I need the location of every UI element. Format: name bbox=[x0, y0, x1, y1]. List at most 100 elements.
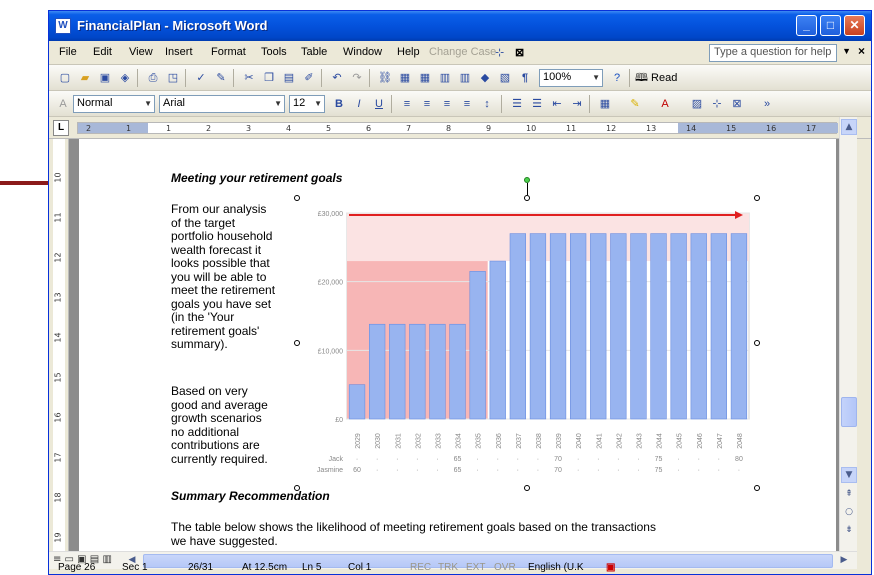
align-left-icon[interactable]: ≡ bbox=[399, 96, 415, 112]
menu-window[interactable]: Window bbox=[343, 46, 382, 58]
help-icon[interactable]: ? bbox=[609, 70, 625, 86]
scroll-up-icon[interactable]: ▲ bbox=[841, 119, 857, 135]
selection-handle[interactable] bbox=[524, 485, 530, 491]
spelling-icon[interactable]: ✓ bbox=[193, 70, 209, 86]
undo-icon[interactable]: ↶ bbox=[329, 70, 345, 86]
close-button[interactable]: ✕ bbox=[844, 15, 865, 36]
hyperlink-icon[interactable]: ⛓ bbox=[377, 70, 393, 86]
align-right-icon[interactable]: ≡ bbox=[439, 96, 455, 112]
spelling-status-icon[interactable]: ▣ bbox=[606, 562, 615, 573]
print-icon[interactable]: ⎙ bbox=[145, 70, 161, 86]
selection-handle[interactable] bbox=[754, 485, 760, 491]
x-tick-label: 2040 bbox=[576, 433, 583, 449]
menu-help[interactable]: Help bbox=[397, 46, 420, 58]
increase-indent-icon[interactable]: ⇥ bbox=[569, 96, 585, 112]
numbering-icon[interactable]: ☰ bbox=[509, 96, 525, 112]
scroll-down-icon[interactable]: ▼ bbox=[841, 467, 857, 483]
show-hide-icon[interactable]: ¶ bbox=[517, 70, 533, 86]
next-page-icon[interactable]: ⇟ bbox=[841, 523, 857, 539]
tables-borders-icon[interactable]: ▦ bbox=[397, 70, 413, 86]
age-dot: · bbox=[497, 456, 499, 463]
insert-table-icon[interactable]: ▦ bbox=[417, 70, 433, 86]
rotate-handle[interactable] bbox=[524, 177, 530, 183]
minimize-button[interactable]: _ bbox=[796, 15, 817, 36]
styles-icon[interactable]: A bbox=[55, 96, 71, 112]
status-trk[interactable]: TRK bbox=[438, 562, 458, 573]
line-spacing-icon[interactable]: ↕ bbox=[479, 96, 495, 112]
style-select[interactable]: Normal ▼ bbox=[73, 95, 155, 113]
close-document-icon[interactable]: × bbox=[858, 44, 865, 58]
zoom-select[interactable]: 100% ▼ bbox=[539, 69, 603, 87]
document-area[interactable]: Meeting your retirement goals From our a… bbox=[69, 139, 839, 551]
menu-format[interactable]: Format bbox=[211, 46, 246, 58]
status-rec[interactable]: REC bbox=[410, 562, 431, 573]
font-size-select[interactable]: 12 ▼ bbox=[289, 95, 325, 113]
tab-selector[interactable]: L bbox=[53, 120, 69, 136]
bullets-icon[interactable]: ☰ bbox=[529, 96, 545, 112]
insert-excel-icon[interactable]: ▥ bbox=[437, 70, 453, 86]
document-page[interactable]: Meeting your retirement goals From our a… bbox=[79, 139, 836, 551]
highlight-icon[interactable]: ✎ bbox=[627, 96, 643, 112]
save-icon[interactable]: ▣ bbox=[97, 70, 113, 86]
age-dot: · bbox=[416, 456, 418, 463]
help-dropdown-icon[interactable]: ▼ bbox=[842, 46, 851, 56]
columns-icon[interactable]: ▥ bbox=[457, 70, 473, 86]
title-bar[interactable]: W FinancialPlan - Microsoft Word _ □ ✕ bbox=[49, 11, 871, 41]
horizontal-ruler[interactable]: L 2 1 1 2 3 4 5 6 7 8 9 10 11 12 13 14 15 16 17 bbox=[49, 117, 871, 139]
bar-2029 bbox=[348, 384, 366, 420]
ruler-strip[interactable]: 2 1 1 2 3 4 5 6 7 8 9 10 11 12 13 14 15 16 17 bbox=[77, 122, 838, 134]
bold-icon[interactable]: B bbox=[331, 96, 347, 112]
status-ext[interactable]: EXT bbox=[466, 562, 485, 573]
open-folder-icon[interactable]: ▰ bbox=[77, 70, 93, 86]
crosshair-icon[interactable]: ⊹ bbox=[709, 96, 725, 112]
underline-icon[interactable]: U bbox=[371, 96, 387, 112]
bar-2046 bbox=[690, 233, 707, 420]
format-painter-icon[interactable]: ✐ bbox=[301, 70, 317, 86]
menu-view[interactable]: View bbox=[129, 46, 153, 58]
cut-icon[interactable]: ✂ bbox=[241, 70, 257, 86]
borders-icon[interactable]: ▦ bbox=[597, 96, 613, 112]
pin-icon[interactable]: ⊹ bbox=[495, 46, 504, 59]
toolbar-separator bbox=[501, 95, 502, 113]
justify-icon[interactable]: ≡ bbox=[459, 96, 475, 112]
vertical-ruler[interactable]: 10 11 12 13 14 15 16 17 18 19 bbox=[49, 139, 69, 551]
menu-table[interactable]: Table bbox=[301, 46, 327, 58]
toolbar-options-icon[interactable]: » bbox=[759, 96, 775, 112]
menu-insert[interactable]: Insert bbox=[165, 46, 193, 58]
decrease-indent-icon[interactable]: ⇤ bbox=[549, 96, 565, 112]
font-select[interactable]: Arial ▼ bbox=[159, 95, 285, 113]
vertical-scrollbar[interactable]: ▲ ▼ ⇞ ○ ⇟ bbox=[839, 117, 857, 551]
paste-icon[interactable]: ▤ bbox=[281, 70, 297, 86]
menu-tools[interactable]: Tools bbox=[261, 46, 287, 58]
italic-icon[interactable]: I bbox=[351, 96, 367, 112]
status-ovr[interactable]: OVR bbox=[494, 562, 516, 573]
ruler-number: 1 bbox=[166, 124, 172, 133]
status-bar: Page 26 Sec 1 26/31 At 12.5cm Ln 5 Col 1… bbox=[48, 561, 872, 575]
formatting-toolbar: A Normal ▼ Arial ▼ 12 ▼ B I U ≡ ≡ ≡ ≡ ↕ … bbox=[49, 91, 871, 117]
read-button[interactable]: 🕮 Read bbox=[635, 69, 677, 87]
font-color-icon[interactable]: A bbox=[657, 96, 673, 112]
permission-icon[interactable]: ◈ bbox=[117, 70, 133, 86]
research-icon[interactable]: ✎ bbox=[213, 70, 229, 86]
previous-page-icon[interactable]: ⇞ bbox=[841, 487, 857, 503]
retirement-wealth-chart[interactable]: £30,000 £20,000 £10,000 £0 2029 2030 2031 2032 2… bbox=[299, 199, 755, 485]
menu-edit[interactable]: Edit bbox=[93, 46, 112, 58]
copy-icon[interactable]: ❐ bbox=[261, 70, 277, 86]
new-document-icon[interactable]: ▢ bbox=[57, 70, 73, 86]
select-browse-object-icon[interactable]: ○ bbox=[841, 505, 857, 521]
chart-type-icon[interactable]: ▨ bbox=[689, 96, 705, 112]
maximize-button[interactable]: □ bbox=[820, 15, 841, 36]
menu-file[interactable]: File bbox=[59, 46, 77, 58]
selection-handle[interactable] bbox=[294, 485, 300, 491]
menu-change-case[interactable]: Change Case bbox=[429, 46, 496, 58]
close-pane-icon[interactable]: ⊠ bbox=[729, 96, 745, 112]
document-map-icon[interactable]: ▧ bbox=[497, 70, 513, 86]
scroll-thumb[interactable] bbox=[841, 397, 857, 427]
redo-icon[interactable]: ↷ bbox=[349, 70, 365, 86]
age-dot: · bbox=[597, 467, 599, 474]
drawing-icon[interactable]: ◆ bbox=[477, 70, 493, 86]
align-center-icon[interactable]: ≡ bbox=[419, 96, 435, 112]
close-pane-icon[interactable]: ⊠ bbox=[515, 46, 524, 59]
print-preview-icon[interactable]: ◳ bbox=[165, 70, 181, 86]
help-search-input[interactable]: Type a question for help bbox=[709, 44, 837, 62]
